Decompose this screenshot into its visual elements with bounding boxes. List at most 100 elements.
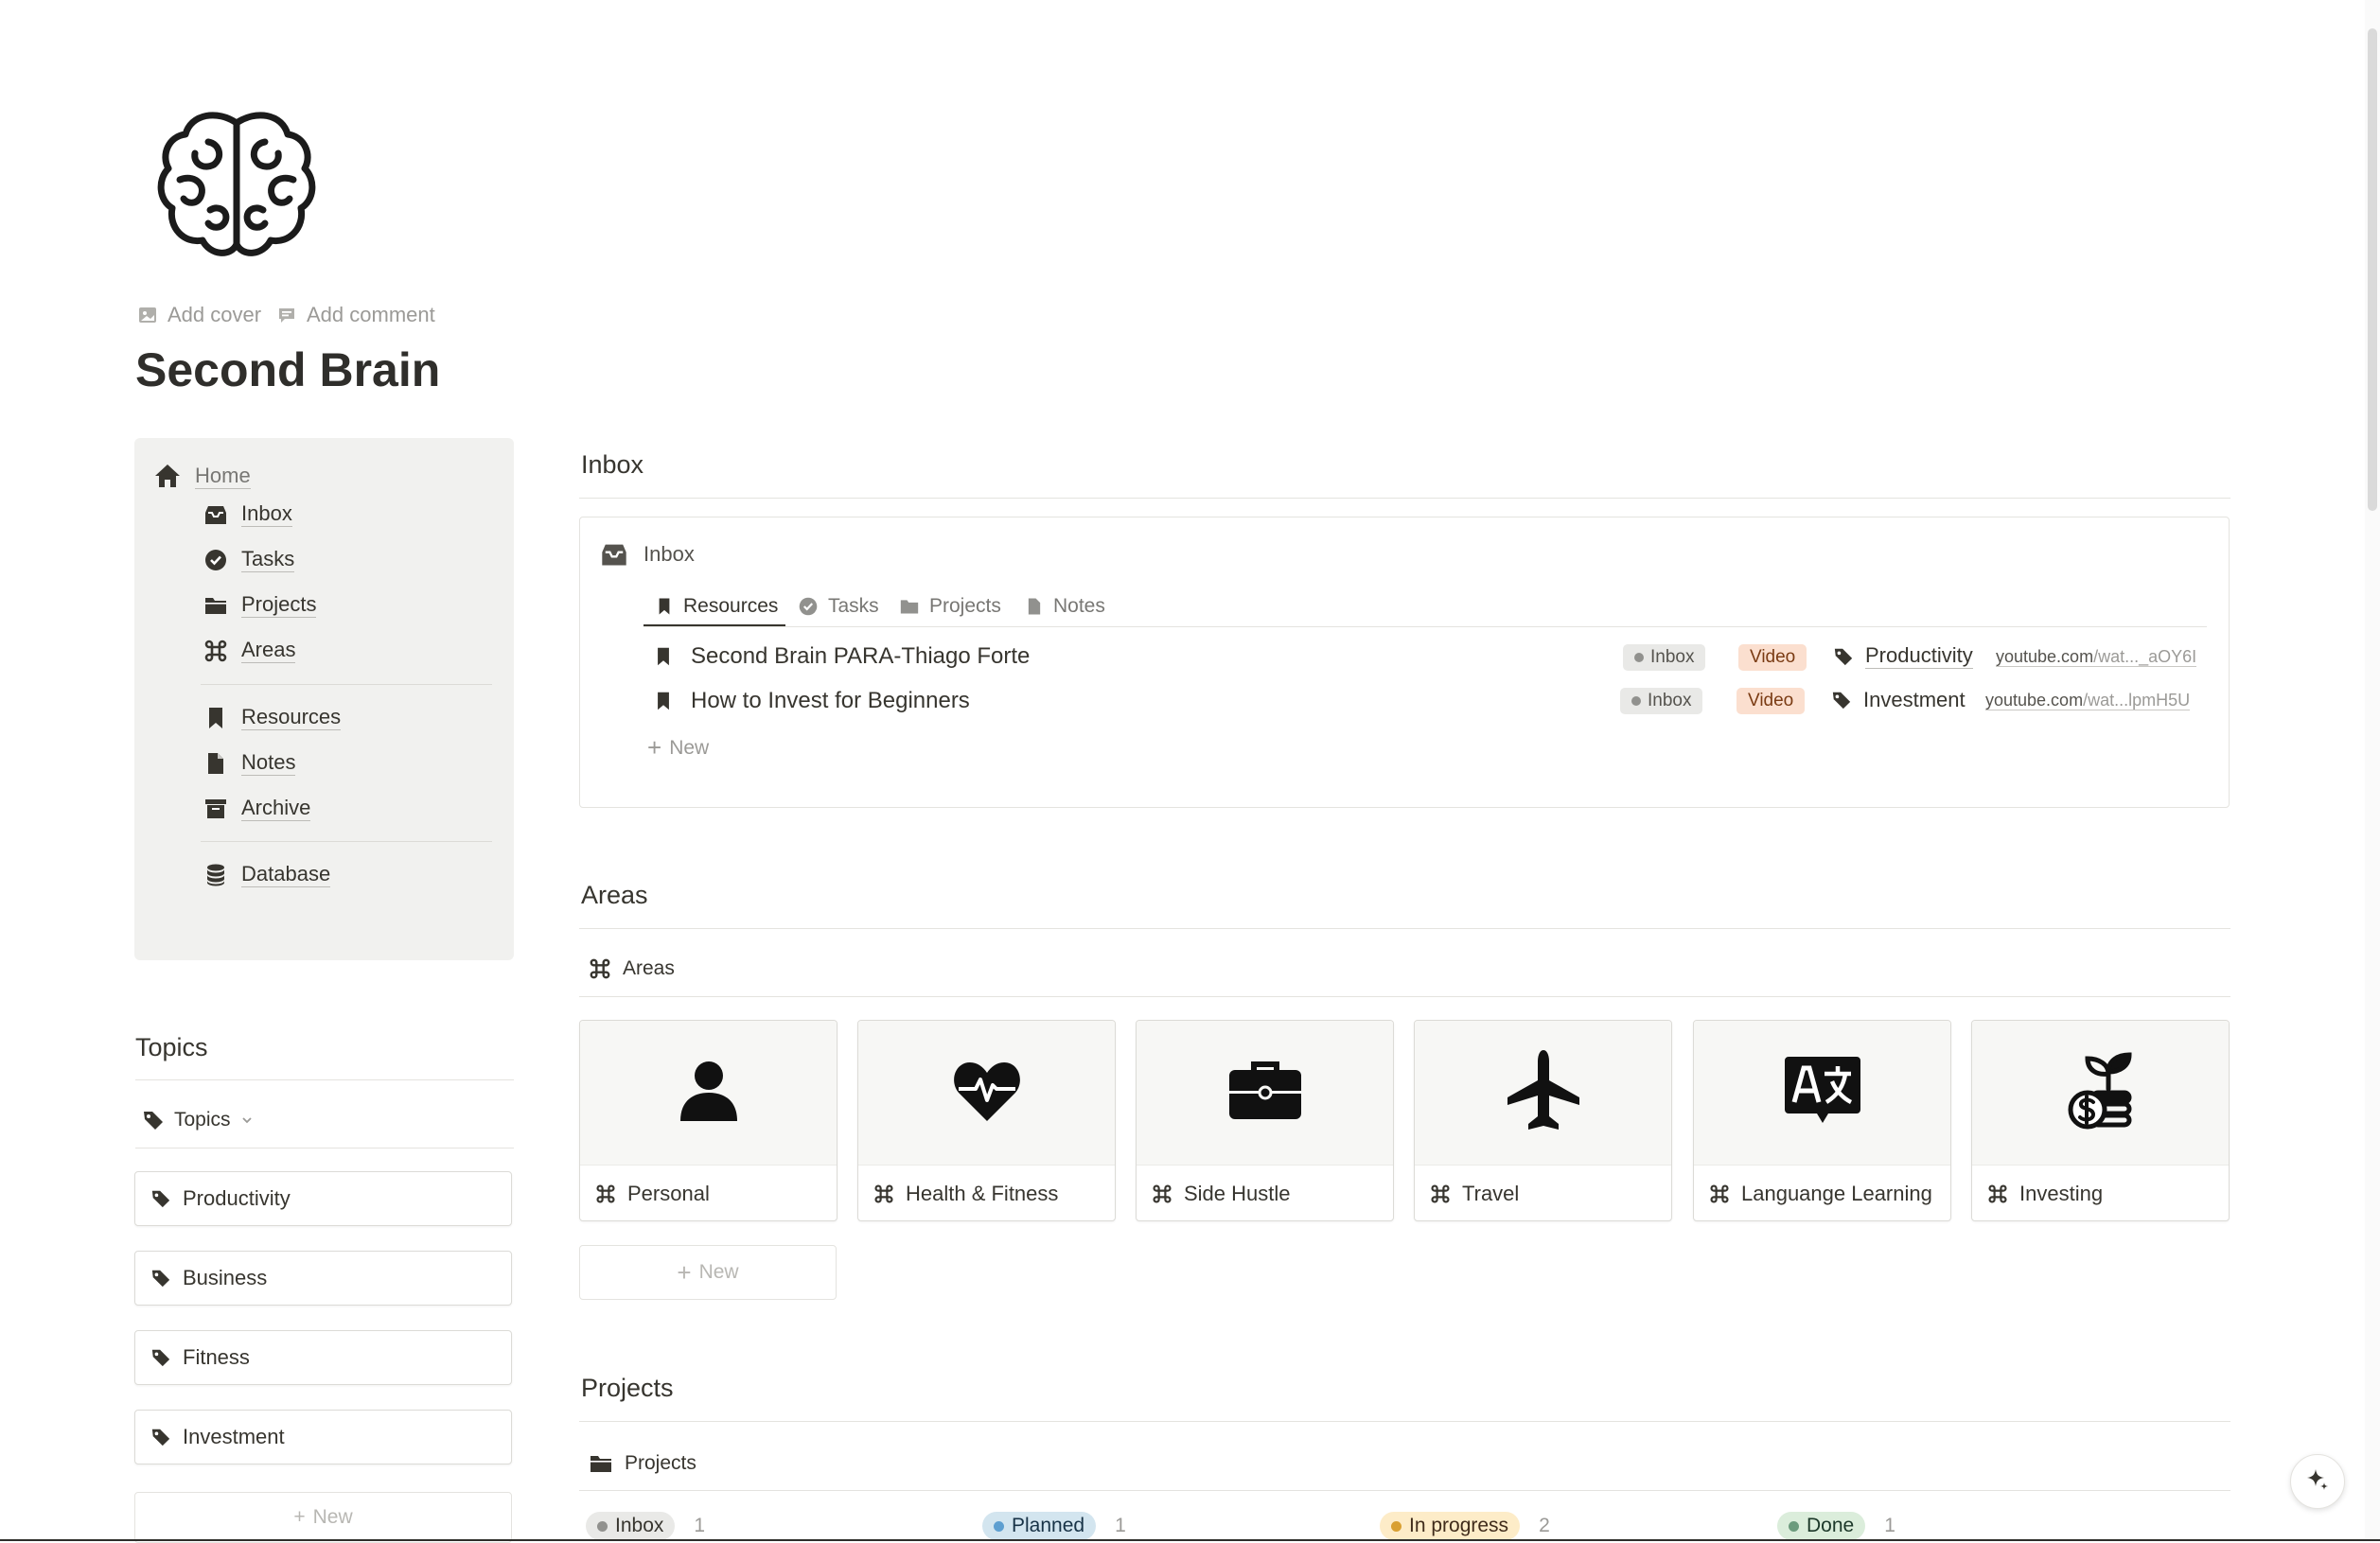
inbox-row-title[interactable]: Second Brain PARA-Thiago Forte [653,643,1030,670]
inbox-database-title[interactable]: Inbox [600,541,695,568]
folder-icon [899,597,920,616]
topics-view-selector[interactable]: Topics [142,1109,254,1131]
status-dot [1631,696,1641,706]
command-icon [1152,1184,1172,1204]
topic-card-productivity[interactable]: Productivity [134,1171,512,1226]
topic-label: Productivity [183,1186,291,1210]
area-name-text: Personal [627,1182,710,1205]
status-text: Inbox [1650,647,1695,667]
nav-item-projects[interactable]: Projects [203,592,317,618]
topics-new-button[interactable]: + New [134,1492,512,1543]
home-icon [153,463,182,489]
brain-icon[interactable] [151,104,322,265]
tag-icon [1833,646,1854,667]
ai-assistant-button[interactable] [2290,1454,2345,1509]
area-cover [858,1021,1115,1166]
tag-icon [142,1109,165,1131]
url-path: /wat..._aOY6I [2093,647,2197,667]
group-label: Done [1807,1515,1855,1536]
areas-view-title[interactable]: Areas [589,957,675,980]
area-name: Travel [1415,1166,1671,1220]
tag-icon [1831,690,1852,710]
document-icon [1025,596,1044,617]
tab-projects[interactable]: Projects [899,587,1001,626]
topic-label: Business [183,1266,268,1289]
topic-relation[interactable]: Productivity [1833,643,1973,669]
inbox-new-button[interactable]: + New [647,733,709,763]
command-icon [1709,1184,1730,1204]
scrollbar-thumb[interactable] [2368,28,2377,511]
check-circle-icon [203,548,228,572]
add-cover-button[interactable]: Add cover [137,303,261,327]
topic-card-business[interactable]: Business [134,1251,512,1306]
url-link[interactable]: youtube.com/wat...lpmH5U [1985,691,2191,710]
group-dot [1789,1520,1799,1532]
comment-icon [276,305,297,325]
group-dot [597,1520,608,1532]
group-badge: Inbox [586,1512,676,1540]
person-icon [675,1057,743,1130]
board-group-in-progress[interactable]: In progress 2 [1380,1512,1550,1540]
projects-view-label: Projects [625,1452,696,1474]
nav-resources-label: Resources [241,705,342,730]
nav-item-database[interactable]: Database [203,862,331,887]
airplane-icon [1506,1048,1581,1138]
command-icon [1430,1184,1451,1204]
tab-resources[interactable]: Resources [655,587,778,626]
tab-notes[interactable]: Notes [1025,587,1105,626]
topic-card-investment[interactable]: Investment [134,1410,512,1464]
topic-card-fitness[interactable]: Fitness [134,1330,512,1385]
nav-item-tasks[interactable]: Tasks [203,547,295,572]
area-card-travel[interactable]: Travel [1414,1020,1672,1221]
nav-inbox-label: Inbox [241,501,292,527]
areas-view-divider [579,996,2230,997]
area-card-health-fitness[interactable]: Health & Fitness [857,1020,1116,1221]
add-comment-button[interactable]: Add comment [276,303,435,327]
status-badge: Inbox [1620,688,1703,714]
nav-home-label: Home [195,463,251,489]
inbox-db-label: Inbox [643,542,695,566]
briefcase-icon [1227,1059,1303,1128]
command-icon [203,639,228,663]
url-link[interactable]: youtube.com/wat..._aOY6I [1996,647,2197,667]
page-title[interactable]: Second Brain [135,342,440,397]
board-group-inbox[interactable]: Inbox 1 [586,1512,705,1540]
area-name: Side Hustle [1137,1166,1393,1220]
nav-item-archive[interactable]: Archive [203,796,311,821]
nav-item-areas[interactable]: Areas [203,638,296,663]
type-text: Video [1750,647,1796,667]
tabs-divider [643,626,2207,627]
topic-relation-label: Productivity [1865,643,1973,669]
group-badge: Done [1777,1512,1866,1540]
type-badge: Video [1737,688,1806,714]
type-badge: Video [1738,644,1807,671]
topic-relation-label: Investment [1863,688,1966,711]
nav-item-inbox[interactable]: Inbox [203,501,292,527]
nav-item-resources[interactable]: Resources [203,705,342,730]
topic-relation[interactable]: Investment [1831,688,1966,712]
area-card-investing[interactable]: Investing [1971,1020,2230,1221]
board-group-planned[interactable]: Planned 1 [982,1512,1126,1540]
nav-divider [201,841,492,842]
type-text: Video [1748,691,1794,710]
status-dot [1634,653,1644,662]
nav-item-notes[interactable]: Notes [203,750,296,776]
projects-view-title[interactable]: Projects [589,1452,696,1475]
inbox-row-title[interactable]: How to Invest for Beginners [653,688,970,714]
projects-section-title: Projects [581,1374,674,1402]
sparkle-icon [2304,1466,2331,1498]
tab-tasks[interactable]: Tasks [798,587,879,626]
url-domain: youtube.com [1985,691,2084,710]
areas-section-title: Areas [581,881,648,909]
area-name: Investing [1972,1166,2229,1220]
group-dot [1391,1520,1402,1532]
area-card-language-learning[interactable]: Languange Learning [1693,1020,1951,1221]
area-card-side-hustle[interactable]: Side Hustle [1136,1020,1394,1221]
document-icon [203,751,228,776]
nav-divider [201,684,492,685]
areas-new-button[interactable]: + New [579,1245,837,1300]
area-card-personal[interactable]: Personal [579,1020,837,1221]
board-group-done[interactable]: Done 1 [1777,1512,1895,1540]
command-icon [595,1184,616,1204]
nav-item-home[interactable]: Home [153,463,251,489]
